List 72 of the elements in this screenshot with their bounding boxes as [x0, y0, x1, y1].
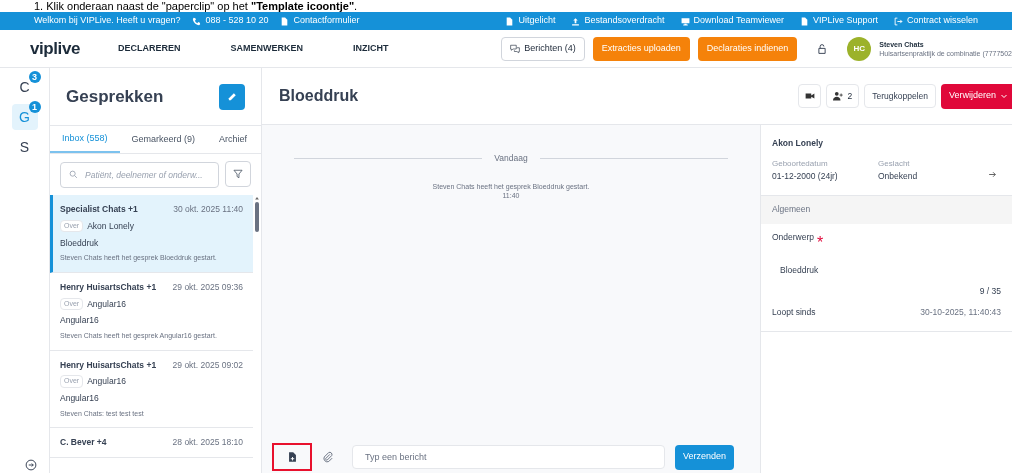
field-label: Loopt sinds	[772, 306, 816, 319]
new-conversation-button[interactable]	[219, 83, 245, 110]
participants-text: Specialist Chats +1	[60, 203, 138, 216]
video-camera-icon	[804, 91, 815, 101]
avatar: HC	[847, 36, 872, 61]
field-label: Geslacht	[878, 157, 911, 170]
search-icon	[69, 170, 78, 179]
scrollbar-thumb[interactable]	[255, 202, 259, 232]
participants-text: Henry HuisartsChats +1	[60, 358, 157, 372]
nav-link[interactable]: INZICHT	[353, 41, 389, 56]
subject-text: Angular16	[60, 392, 100, 405]
subject-text: Bloeddruk	[60, 236, 100, 250]
unlock-icon	[817, 43, 828, 54]
video-call-button[interactable]	[798, 84, 822, 108]
rail-tab[interactable]: S	[11, 134, 38, 160]
logo[interactable]: viplive	[30, 35, 80, 62]
monitor-icon	[680, 16, 690, 26]
arrow-right-icon[interactable]	[988, 169, 997, 179]
tab[interactable]: Inbox (558)	[50, 126, 120, 153]
date-separator: Vandaag	[494, 152, 528, 165]
document-icon	[280, 16, 290, 26]
participants-text: C. Bever +4	[60, 436, 107, 449]
tab[interactable]: Archief	[207, 126, 260, 153]
conversation-title: Bloeddruk	[279, 86, 359, 106]
patient-name: Angular16	[87, 375, 126, 388]
filter-icon	[233, 169, 243, 179]
scroll-up-icon	[254, 196, 260, 201]
count-badge: 1	[28, 101, 41, 113]
pencil-icon	[227, 91, 237, 102]
feedback-button[interactable]: Terugkoppelen	[864, 84, 936, 108]
panel-title: Gesprekken	[66, 85, 164, 108]
instruction-text: 1. Klik onderaan naast de "paperclip" op het "Template icoontje".	[33, 0, 359, 12]
participants-button[interactable]: 2	[826, 84, 860, 108]
tab[interactable]: Gemarkeerd (9)	[119, 126, 208, 153]
character-counter: 9 / 35	[979, 285, 1001, 298]
required-mark: *	[817, 232, 824, 253]
subject-value: Bloeddruk	[780, 263, 820, 277]
patient-name: Angular16	[87, 297, 126, 311]
sign-in-icon	[893, 16, 903, 26]
timestamp: 29 okt. 2025 09:02	[172, 358, 243, 372]
field-label: Geboortedatum	[772, 157, 829, 170]
subject-text: Angular16	[60, 314, 100, 327]
search-field[interactable]: Patiënt, deelnemer of onderw...	[60, 162, 219, 188]
paperclip-icon	[322, 451, 334, 463]
timestamp: 30 okt. 2025 11:40	[173, 203, 243, 216]
patient-name: Akon Lonely	[87, 219, 134, 233]
timestamp: 29 okt. 2025 09:36	[172, 280, 243, 294]
participants-text: Henry HuisartsChats +1	[60, 280, 157, 294]
nav-link[interactable]: DECLAREREN	[117, 41, 181, 56]
document-plus-icon	[286, 451, 298, 463]
timestamp: 28 okt. 2025 18:10	[172, 436, 243, 449]
delete-button[interactable]: Verwijderen	[940, 83, 1012, 109]
welcome-text: Welkom bij VIPLive. Heeft u vragen?	[34, 14, 181, 28]
field-label: Onderwerp	[772, 230, 815, 244]
messages-button[interactable]: Berichten (4)	[501, 36, 585, 61]
upload-icon	[571, 16, 581, 26]
field-value: Onbekend	[878, 169, 919, 183]
sign-out-icon[interactable]	[25, 459, 37, 471]
field-value: 30-10-2025, 11:40:43	[920, 306, 1001, 319]
message-input[interactable]: Typ een bericht	[352, 445, 665, 469]
patient-name: Akon Lonely	[772, 137, 824, 150]
chevron-down-icon	[1000, 92, 1008, 100]
document-icon	[505, 16, 515, 26]
document-icon	[799, 16, 809, 26]
template-button[interactable]	[272, 443, 312, 471]
phone-icon	[192, 16, 202, 26]
section-header: Algemeen	[760, 195, 1012, 224]
chat-bubbles-icon	[510, 43, 521, 54]
count-badge: 3	[28, 71, 41, 83]
nav-link[interactable]: SAMENWERKEN	[230, 41, 303, 56]
add-person-icon	[833, 91, 844, 101]
field-value: 01-12-2000 (24jr)	[772, 169, 839, 183]
